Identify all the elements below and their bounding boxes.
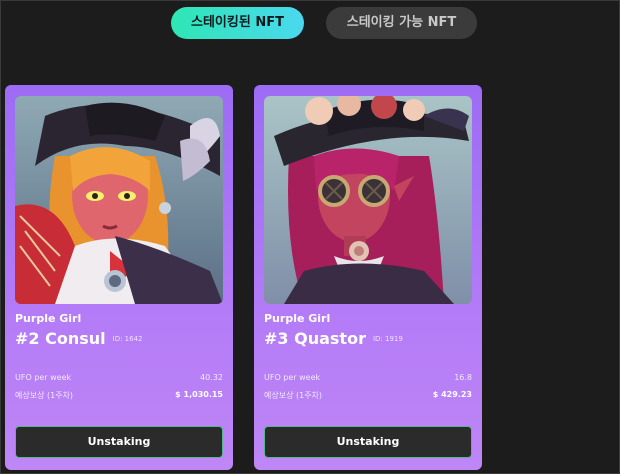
unstaking-button[interactable]: Unstaking [15,426,223,458]
unstaking-button[interactable]: Unstaking [264,426,472,458]
expected-reward-row: 예상보상 (1주차) $ 1,030.15 [15,390,223,402]
nft-card: Purple Girl #3 Quastor ID: 1919 UFO per w… [254,85,482,470]
expected-reward-value: $ 429.23 [432,390,472,399]
nft-id: ID: 1642 [112,334,143,343]
ufo-per-week-row: UFO per week 16.8 [264,373,472,385]
nft-artwork-image [15,96,223,304]
tab-stakeable-nft[interactable]: 스테이킹 가능 NFT [326,7,477,39]
ufo-per-week-value: 16.8 [454,373,472,382]
nft-title: #2 Consul [15,329,106,348]
nft-title: #3 Quastor [264,329,366,348]
ufo-per-week-row: UFO per week 40.32 [15,373,223,385]
expected-reward-row: 예상보상 (1주차) $ 429.23 [264,390,472,402]
collection-name: Purple Girl [264,312,331,325]
nft-title-row: #3 Quastor ID: 1919 [264,328,403,350]
ufo-per-week-label: UFO per week [15,373,72,382]
nft-tab-bar: 스테이킹된 NFT 스테이킹 가능 NFT [0,7,620,39]
collection-name: Purple Girl [15,312,82,325]
nft-id: ID: 1919 [372,334,403,343]
ufo-per-week-value: 40.32 [200,373,223,382]
tab-staked-nft[interactable]: 스테이킹된 NFT [171,7,304,39]
expected-reward-value: $ 1,030.15 [175,390,223,399]
nft-artwork-image [264,96,472,304]
nft-card: Purple Girl #2 Consul ID: 1642 UFO per we… [5,85,233,470]
ufo-per-week-label: UFO per week [264,373,321,382]
nft-title-row: #2 Consul ID: 1642 [15,328,143,350]
expected-reward-label: 예상보상 (1주차) [264,391,323,400]
expected-reward-label: 예상보상 (1주차) [15,391,74,400]
